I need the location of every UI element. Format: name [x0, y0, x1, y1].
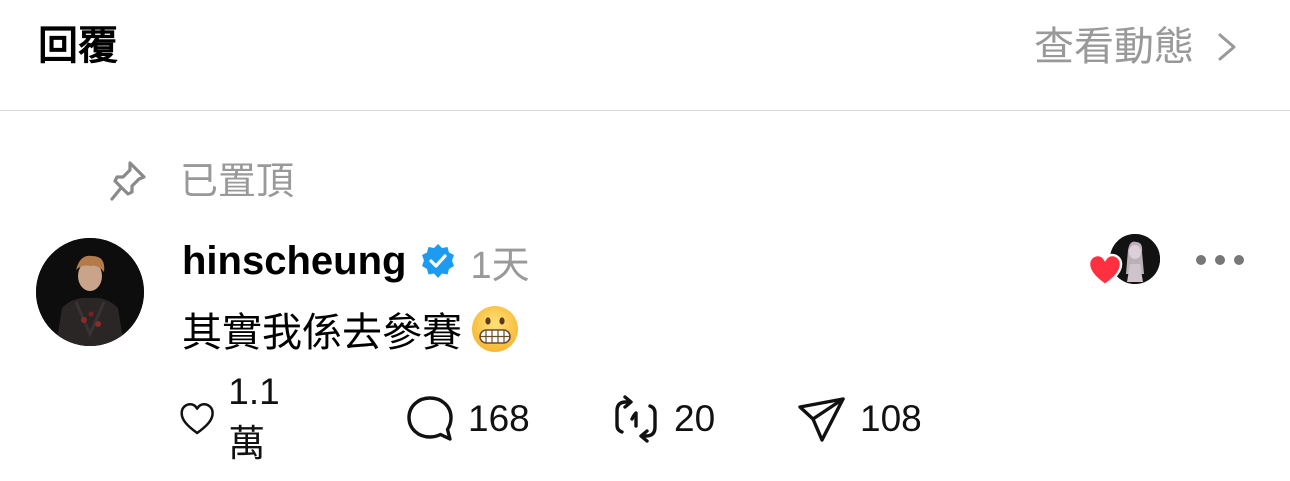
post-time: 1天 — [470, 244, 530, 287]
more-options-button[interactable] — [1196, 246, 1244, 274]
chevron-right-icon — [1218, 33, 1236, 61]
post-text: 其實我係去參賽 — [182, 311, 462, 355]
page-title: 回覆 — [38, 24, 118, 68]
dot-icon — [1234, 255, 1244, 265]
dot-icon — [1196, 255, 1206, 265]
pin-icon — [110, 161, 146, 201]
view-activity-link[interactable]: 查看動態 — [1034, 22, 1240, 72]
avatar-image — [36, 238, 144, 346]
liked-by-indicator[interactable] — [1086, 234, 1162, 288]
pinned-indicator: 已置頂 — [108, 158, 294, 206]
grimacing-face-icon — [472, 306, 518, 352]
post-body: 其實我係去參賽 — [182, 302, 520, 356]
heart-outline-icon — [180, 403, 214, 435]
dot-icon — [1215, 255, 1225, 265]
avatar[interactable] — [36, 238, 144, 346]
repost-count: 20 — [674, 398, 716, 439]
post-meta: hinscheung 1天 — [182, 234, 530, 288]
comment-count: 168 — [468, 398, 530, 439]
header: 回覆 查看動態 — [0, 0, 1290, 111]
view-activity-label: 查看動態 — [1034, 25, 1194, 69]
comment-button[interactable]: 168 — [404, 393, 530, 445]
username[interactable]: hinscheung — [182, 239, 406, 284]
pinned-label: 已置頂 — [180, 161, 295, 203]
comment-bubble-icon — [407, 396, 453, 441]
heart-icon — [1087, 253, 1123, 287]
share-button[interactable]: 108 — [796, 393, 922, 445]
repost-icon — [615, 395, 657, 443]
repost-button[interactable]: 20 — [610, 393, 715, 445]
send-icon — [798, 397, 845, 442]
like-button[interactable]: 1.1萬 — [178, 371, 293, 467]
like-count: 1.1萬 — [228, 371, 280, 464]
share-count: 108 — [860, 398, 922, 439]
verified-badge-icon — [422, 244, 455, 278]
